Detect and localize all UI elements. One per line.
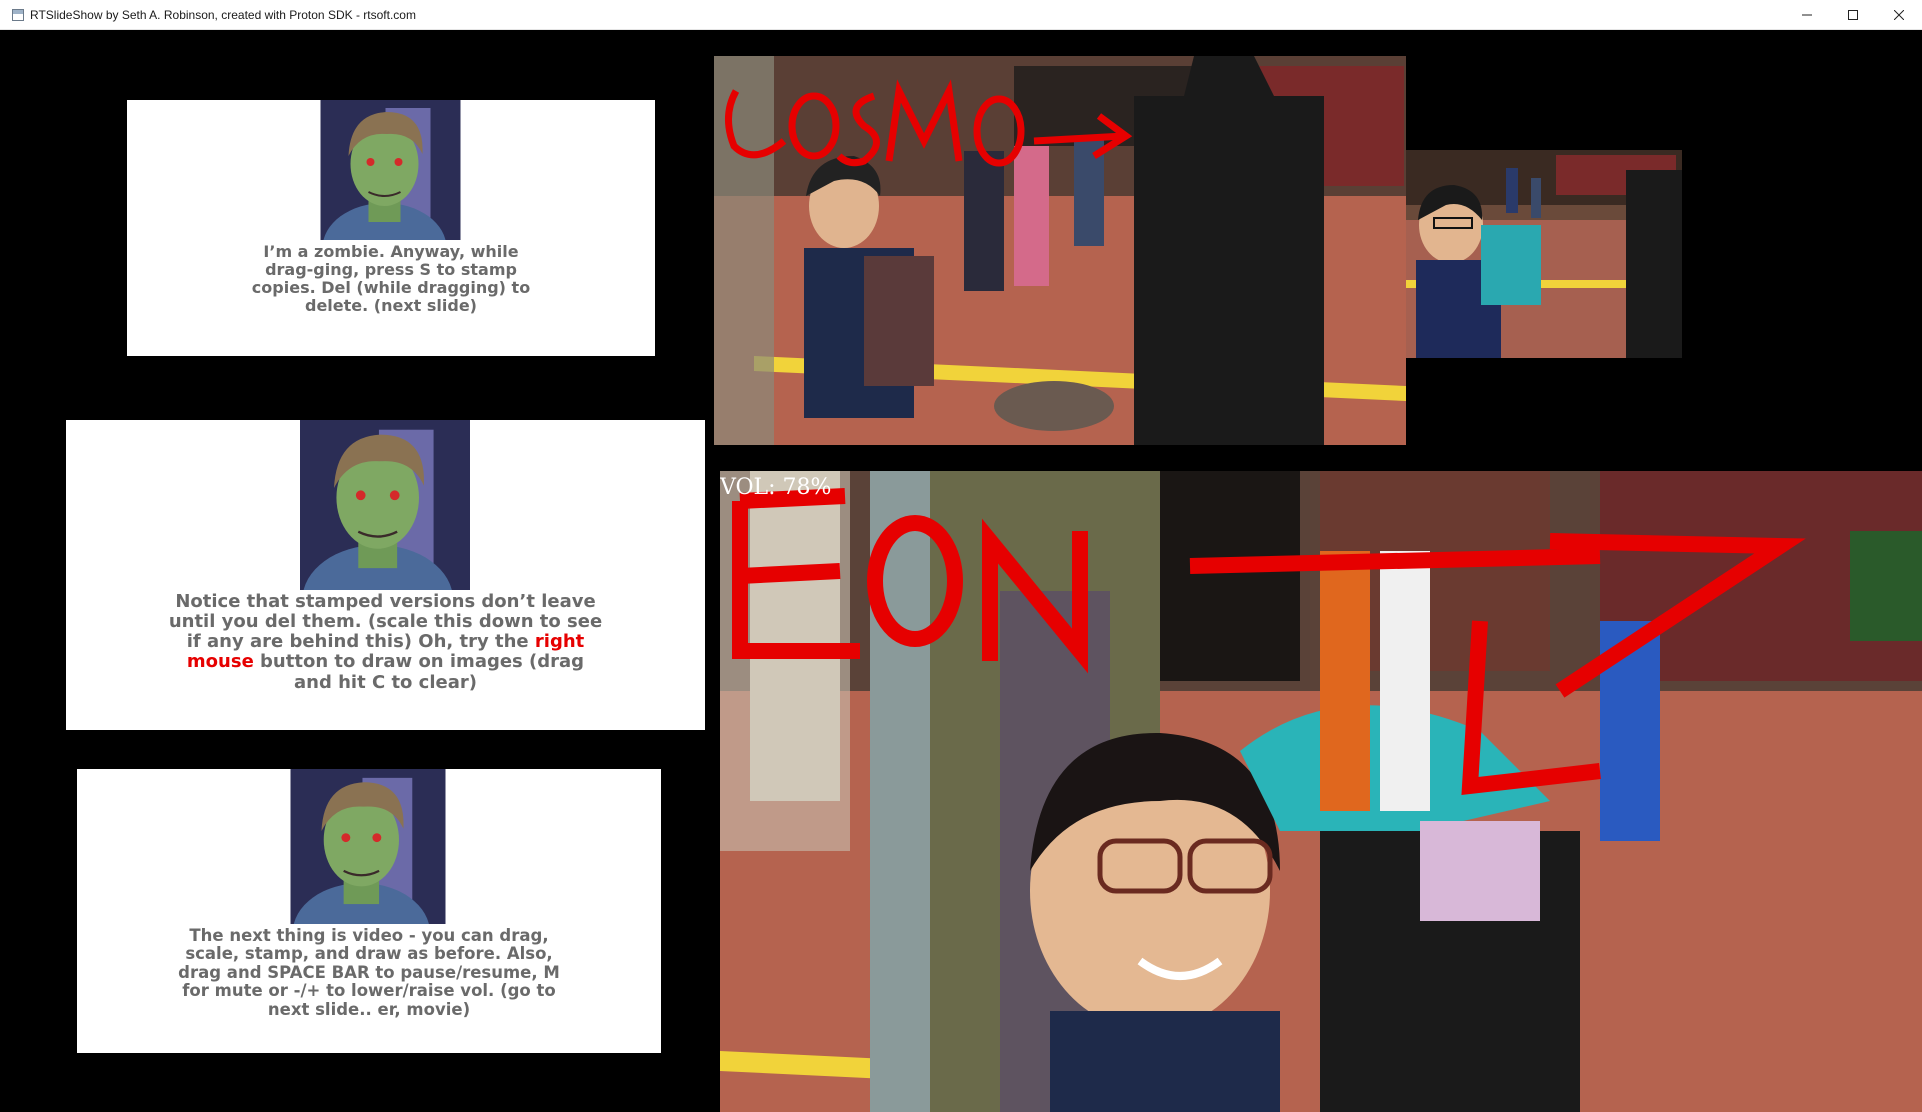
title-bar: RTSlideShow by Seth A. Robinson, created… xyxy=(0,0,1922,30)
window-title: RTSlideShow by Seth A. Robinson, created… xyxy=(30,8,416,22)
photo-stamp[interactable] xyxy=(1406,150,1682,358)
slide-image-2[interactable]: Notice that stamped versions don’t leave… xyxy=(66,420,705,730)
video-player[interactable]: VOL: 78% xyxy=(720,471,1922,1112)
close-icon xyxy=(1894,10,1904,20)
slide-image-1[interactable]: I’m a zombie. Anyway, while drag-ging, p… xyxy=(127,100,655,356)
photo-cosmo[interactable] xyxy=(714,56,1406,445)
app-icon xyxy=(12,9,24,21)
minimize-icon xyxy=(1802,14,1812,16)
slide-2-text-part2: button to draw on images (drag and hit C… xyxy=(253,651,585,693)
minimize-button[interactable] xyxy=(1784,0,1830,30)
street-photo-image xyxy=(714,56,1406,445)
zombie-portrait-icon xyxy=(300,420,470,590)
boy-photo-image xyxy=(1406,150,1682,358)
zombie-portrait-icon xyxy=(290,769,446,924)
slideshow-canvas[interactable]: I’m a zombie. Anyway, while drag-ging, p… xyxy=(0,31,1922,1112)
slide-3-text: The next thing is video - you can drag, … xyxy=(178,926,560,1019)
maximize-button[interactable] xyxy=(1830,0,1876,30)
volume-indicator: VOL: 78% xyxy=(720,475,832,500)
maximize-icon xyxy=(1848,10,1858,20)
slide-2-text: Notice that stamped versions don’t leave… xyxy=(66,591,705,693)
slide-image-3[interactable]: The next thing is video - you can drag, … xyxy=(77,769,661,1053)
video-frame-image xyxy=(720,471,1922,1112)
close-button[interactable] xyxy=(1876,0,1922,30)
zombie-portrait-icon xyxy=(320,100,461,240)
slide-1-text: I’m a zombie. Anyway, while drag-ging, p… xyxy=(251,242,531,315)
